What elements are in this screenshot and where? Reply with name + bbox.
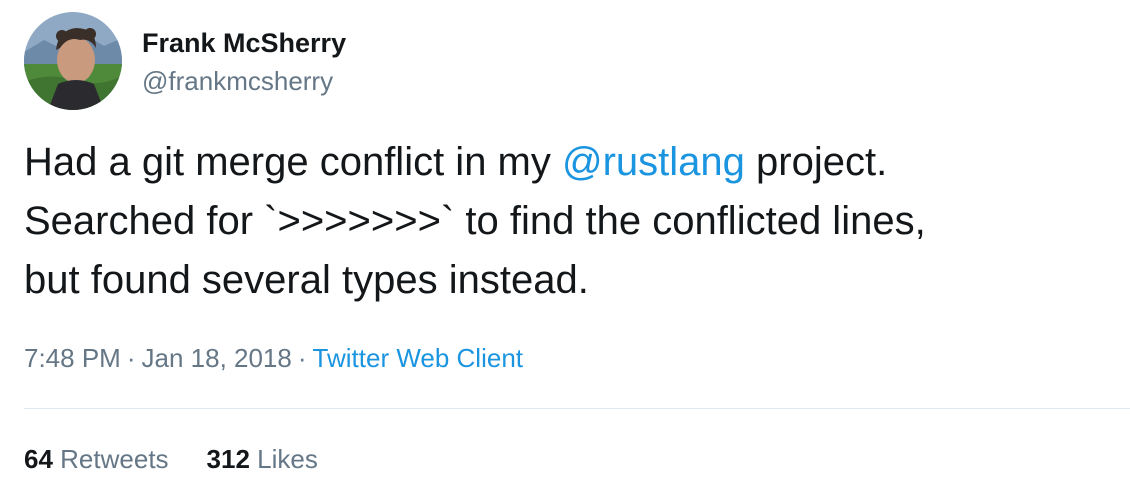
author-handle[interactable]: @frankmcsherry (142, 66, 333, 97)
likes-count: 312 (206, 444, 250, 474)
tweet-stats: 64 Retweets 312 Likes (24, 444, 318, 475)
retweets-stat[interactable]: 64 Retweets (24, 444, 169, 475)
retweets-count: 64 (24, 444, 53, 474)
tweet-line: but found several types instead. (24, 258, 589, 302)
tweet-metadata: 7:48 PM · Jan 18, 2018 · Twitter Web Client (24, 343, 523, 374)
tweet-text: Had a git merge conflict in my @rustlang… (24, 133, 1114, 310)
avatar-image (24, 12, 122, 110)
source-link[interactable]: Twitter Web Client (313, 343, 523, 373)
tweet-text-segment: project. (744, 140, 888, 184)
mention-link[interactable]: @rustlang (562, 140, 745, 184)
retweets-label: Retweets (60, 444, 169, 474)
tweet-time[interactable]: 7:48 PM (24, 343, 121, 373)
separator: · (297, 343, 307, 373)
author-name[interactable]: Frank McSherry (142, 28, 346, 59)
tweet-line: Had a git merge conflict in my @rustlang… (24, 133, 1114, 192)
separator: · (126, 343, 136, 373)
tweet-card: Frank McSherry @frankmcsherry Had a git … (0, 0, 1130, 504)
tweet-line: Searched for `>>>>>>>` to find the confl… (24, 199, 926, 243)
tweet-date[interactable]: Jan 18, 2018 (142, 343, 292, 373)
divider (24, 408, 1130, 409)
tweet-text-segment: Had a git merge conflict in my (24, 140, 562, 184)
avatar[interactable] (24, 12, 122, 110)
likes-stat[interactable]: 312 Likes (207, 444, 318, 475)
likes-label: Likes (257, 444, 318, 474)
